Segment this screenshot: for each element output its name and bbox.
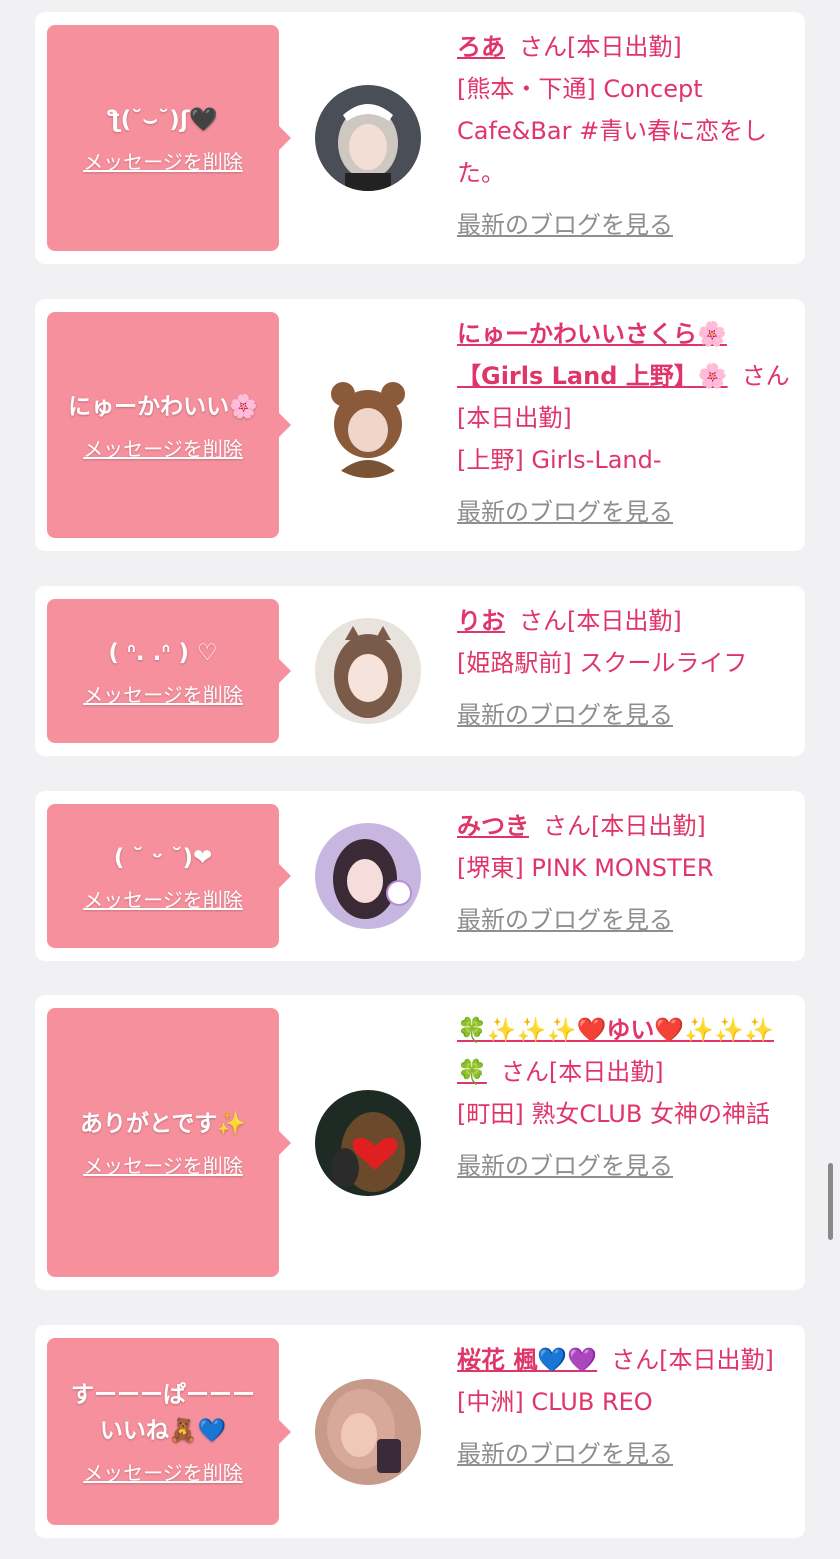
user-info: にゅーかわいいさくら🌸【Girls Land 上野】🌸 さん[本日出勤] [上野]…	[457, 313, 797, 533]
delete-message-link[interactable]: メッセージを削除	[83, 1457, 243, 1486]
view-blog-link[interactable]: 最新のブログを見る	[457, 694, 797, 736]
attendance-label: さん[本日出勤]	[543, 812, 706, 840]
message-bubble: ( ᐢ. .ᐢ ) ♡ メッセージを削除	[47, 599, 291, 743]
view-blog-link[interactable]: 最新のブログを見る	[457, 1433, 797, 1475]
message-text: ƪ(˘⌣˘)ʃ🖤	[107, 106, 219, 133]
user-name-link[interactable]: みつき	[457, 812, 529, 840]
host-with-figure-avatar-icon	[315, 1379, 421, 1485]
user-name-link[interactable]: にゅーかわいいさくら🌸【Girls Land 上野】🌸	[457, 320, 728, 390]
user-info: ろあ さん[本日出勤] [熊本・下通] Concept Cafe&Bar #青い春…	[457, 26, 797, 246]
shop-name: [町田] 熟女CLUB 女神の神話	[457, 1100, 770, 1128]
scrollbar[interactable]	[828, 1163, 833, 1240]
user-avatar[interactable]	[315, 372, 421, 478]
view-blog-link[interactable]: 最新のブログを見る	[457, 491, 797, 533]
user-avatar[interactable]	[315, 1379, 421, 1485]
delete-message-link[interactable]: メッセージを削除	[83, 884, 243, 913]
message-bubble: ( ˘ ᵕ ˘)❤ メッセージを削除	[47, 804, 291, 948]
bear-hood-girl-avatar-icon	[315, 372, 421, 478]
delete-message-link[interactable]: メッセージを削除	[83, 433, 243, 462]
message-bubble: ƪ(˘⌣˘)ʃ🖤 メッセージを削除	[47, 25, 291, 251]
user-info: りお さん[本日出勤] [姫路駅前] スクールライフ 最新のブログを見る	[457, 600, 797, 736]
view-blog-link[interactable]: 最新のブログを見る	[457, 204, 797, 246]
message-bubble: にゅーかわいい🌸 メッセージを削除	[47, 312, 291, 538]
user-info: 桜花 楓💙💜 さん[本日出勤] [中洲] CLUB REO 最新のブログを見る	[457, 1339, 797, 1475]
user-avatar[interactable]	[315, 618, 421, 724]
attendance-label: さん[本日出勤]	[500, 1058, 664, 1086]
message-text: すーーーぱーーー いいね🧸💙	[71, 1382, 255, 1444]
shop-name: [中洲] CLUB REO	[457, 1388, 653, 1416]
message-text: ありがとです✨	[80, 1111, 246, 1137]
message-bubble: すーーーぱーーー いいね🧸💙 メッセージを削除	[47, 1338, 291, 1525]
heart-covered-face-avatar-icon	[315, 1090, 421, 1196]
delete-message-link[interactable]: メッセージを削除	[83, 1150, 243, 1179]
girl-with-bunny-sticker-avatar-icon	[315, 823, 421, 929]
message-text: ( ˘ ᵕ ˘)❤	[113, 844, 213, 871]
message-text: ( ᐢ. .ᐢ ) ♡	[108, 639, 218, 666]
message-card: ありがとです✨ メッセージを削除 🍀✨✨✨❤️ゆい❤️✨✨✨🍀 さん[本日出勤] …	[35, 995, 805, 1290]
user-name-link[interactable]: ろあ	[457, 33, 505, 61]
shop-name: [姫路駅前] スクールライフ	[457, 649, 748, 677]
user-avatar[interactable]	[315, 85, 421, 191]
user-name-link[interactable]: りお	[457, 607, 505, 635]
message-text: にゅーかわいい🌸	[68, 393, 258, 420]
attendance-label: さん[本日出勤]	[519, 33, 682, 61]
user-name-link[interactable]: 桜花 楓💙💜	[457, 1346, 597, 1374]
view-blog-link[interactable]: 最新のブログを見る	[457, 899, 797, 941]
shop-name: [熊本・下通] Concept Cafe&Bar #青い春に恋をした。	[457, 75, 768, 187]
attendance-label: さん[本日出勤]	[519, 607, 682, 635]
user-info: みつき さん[本日出勤] [堺東] PINK MONSTER 最新のブログを見る	[457, 805, 797, 941]
maid-headdress-girl-avatar-icon	[315, 85, 421, 191]
message-card: ( ˘ ᵕ ˘)❤ メッセージを削除 みつき さん[本日出勤] [堺東] PINK…	[35, 791, 805, 961]
user-avatar[interactable]	[315, 1090, 421, 1196]
message-card: にゅーかわいい🌸 メッセージを削除 にゅーかわいいさくら🌸【Girls Land…	[35, 299, 805, 551]
message-card: すーーーぱーーー いいね🧸💙 メッセージを削除 桜花 楓💙💜 さん[本日出勤] […	[35, 1325, 805, 1538]
user-avatar[interactable]	[315, 823, 421, 929]
delete-message-link[interactable]: メッセージを削除	[83, 679, 243, 708]
shop-name: [堺東] PINK MONSTER	[457, 854, 714, 882]
attendance-label: さん[本日出勤]	[611, 1346, 774, 1374]
shop-name: [上野] Girls-Land-	[457, 446, 662, 474]
message-card: ƪ(˘⌣˘)ʃ🖤 メッセージを削除 ろあ さん[本日出勤] [熊本・下通] Con…	[35, 12, 805, 264]
user-info: 🍀✨✨✨❤️ゆい❤️✨✨✨🍀 さん[本日出勤] [町田] 熟女CLUB 女神の神話…	[457, 1009, 797, 1187]
message-card: ( ᐢ. .ᐢ ) ♡ メッセージを削除 りお さん[本日出勤] [姫路駅前] ス…	[35, 586, 805, 756]
message-bubble: ありがとです✨ メッセージを削除	[47, 1008, 291, 1277]
view-blog-link[interactable]: 最新のブログを見る	[457, 1145, 797, 1187]
girl-with-cat-ears-avatar-icon	[315, 618, 421, 724]
delete-message-link[interactable]: メッセージを削除	[83, 146, 243, 175]
